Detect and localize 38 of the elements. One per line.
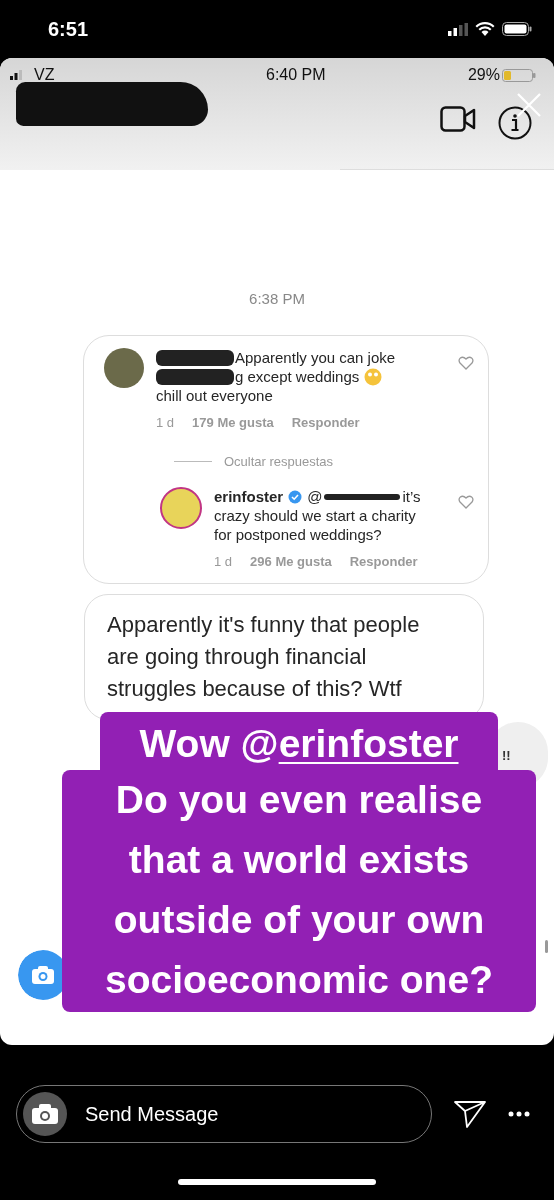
info-icon[interactable] bbox=[498, 106, 532, 140]
hide-replies-link[interactable]: Ocultar respuestas bbox=[224, 454, 334, 469]
more-icon[interactable] bbox=[508, 1111, 530, 1117]
screenshot-time: 6:40 PM bbox=[265, 66, 327, 84]
signal-icon bbox=[10, 70, 24, 80]
username[interactable]: erinfoster bbox=[214, 487, 284, 506]
comment-text: chill out everyone bbox=[156, 386, 273, 405]
close-icon[interactable] bbox=[516, 92, 542, 118]
mention-text: @ bbox=[307, 487, 323, 506]
camera-icon bbox=[31, 965, 55, 985]
like-count[interactable]: 296 Me gusta bbox=[250, 552, 332, 571]
battery-percent: 29% bbox=[467, 66, 500, 84]
battery-icon bbox=[502, 22, 532, 36]
avatar bbox=[160, 487, 202, 529]
avatar bbox=[104, 348, 144, 388]
caption-text: Do you even realise that a world exists outside of your own socioeconomic one? bbox=[62, 770, 536, 1012]
comment-age: 1 d bbox=[214, 553, 233, 571]
reply-link[interactable]: Responder bbox=[349, 552, 418, 571]
send-icon[interactable] bbox=[454, 1100, 486, 1128]
comment-text: it’s bbox=[402, 487, 421, 506]
comment-age: 1 d bbox=[156, 414, 175, 432]
heart-icon[interactable] bbox=[458, 495, 474, 509]
reply-link[interactable]: Responder bbox=[291, 413, 360, 432]
carrier-name: VZ bbox=[34, 66, 56, 84]
comment-text: for postponed weddings? bbox=[214, 525, 382, 544]
battery-icon bbox=[502, 68, 536, 82]
heart-icon[interactable] bbox=[458, 356, 474, 370]
wifi-icon bbox=[475, 22, 495, 36]
signal-icon bbox=[448, 22, 468, 36]
message-timestamp: 6:38 PM bbox=[249, 290, 305, 307]
status-time: 6:51 bbox=[48, 17, 89, 41]
comment-text: g except weddings bbox=[235, 367, 360, 386]
video-camera-icon[interactable] bbox=[440, 106, 476, 132]
camera-icon[interactable] bbox=[31, 1103, 59, 1125]
camera-button[interactable] bbox=[18, 950, 62, 1000]
comment-text: crazy should we start a charity bbox=[214, 506, 416, 525]
comment-text: Apparently you can joke bbox=[235, 348, 396, 367]
like-count[interactable]: 179 Me gusta bbox=[192, 413, 274, 432]
